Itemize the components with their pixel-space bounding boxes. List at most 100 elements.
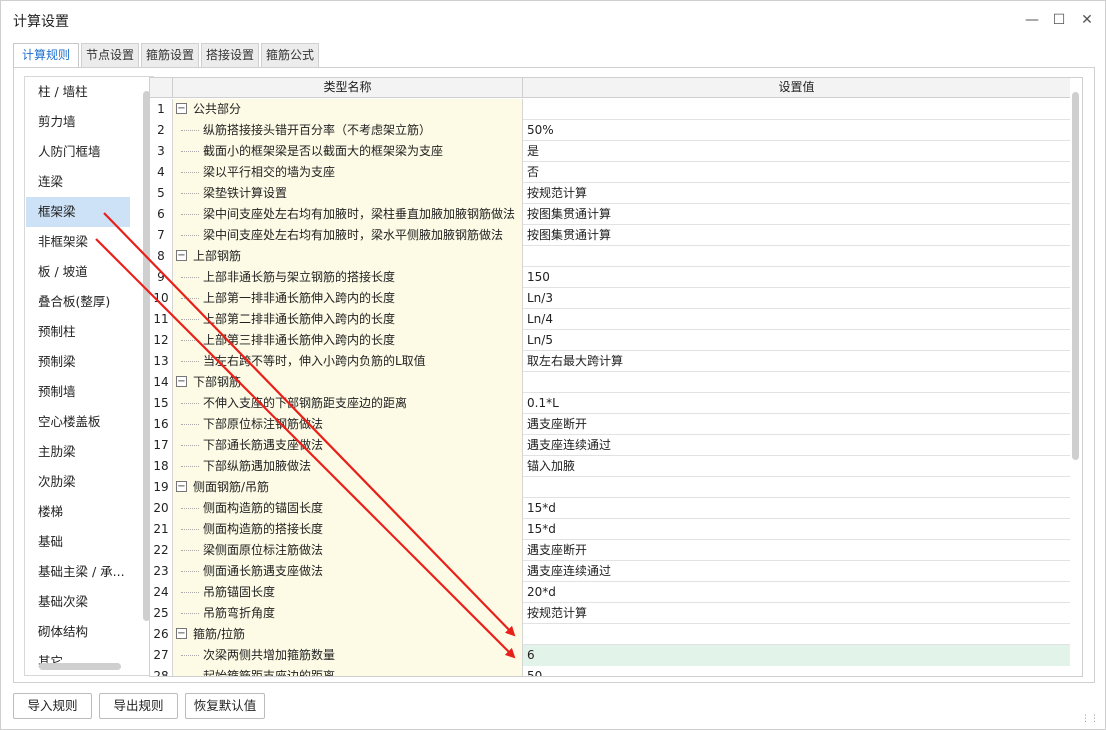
table-row[interactable]: 5 梁垫铁计算设置 按规范计算 bbox=[150, 183, 1070, 204]
collapse-icon[interactable]: − bbox=[176, 103, 187, 114]
collapse-icon[interactable]: − bbox=[176, 481, 187, 492]
group-row[interactable]: 19− 侧面钢筋/吊筋 bbox=[150, 477, 1070, 498]
type-name-cell[interactable]: 次梁两侧共增加箍筋数量 bbox=[173, 645, 523, 666]
minimize-icon[interactable]: — bbox=[1021, 9, 1043, 31]
setting-value-cell[interactable]: 遇支座断开 bbox=[523, 414, 1070, 435]
type-name-cell[interactable]: 上部第三排非通长筋伸入跨内的长度 bbox=[173, 330, 523, 351]
setting-value-cell[interactable]: 按图集贯通计算 bbox=[523, 204, 1070, 225]
table-row[interactable]: 7 梁中间支座处左右均有加腋时，梁水平侧腋加腋钢筋做法 按图集贯通计算 bbox=[150, 225, 1070, 246]
collapse-icon[interactable]: − bbox=[176, 628, 187, 639]
restore-defaults-button[interactable]: 恢复默认值 bbox=[185, 693, 265, 719]
type-name-cell[interactable]: 吊筋弯折角度 bbox=[173, 603, 523, 624]
type-name-cell[interactable]: 下部原位标注钢筋做法 bbox=[173, 414, 523, 435]
type-name-cell[interactable]: 不伸入支座的下部钢筋距支座边的距离 bbox=[173, 393, 523, 414]
component-list-item[interactable]: 柱 / 墙柱 bbox=[26, 77, 130, 107]
setting-value-cell[interactable]: 遇支座断开 bbox=[523, 540, 1070, 561]
table-row[interactable]: 27 次梁两侧共增加箍筋数量 6 bbox=[150, 645, 1070, 666]
group-row[interactable]: 26− 箍筋/拉筋 bbox=[150, 624, 1070, 645]
table-row[interactable]: 2 纵筋搭接接头错开百分率（不考虑架立筋） 50% bbox=[150, 120, 1070, 141]
left-horizontal-scrollbar[interactable] bbox=[39, 663, 121, 670]
type-name-cell[interactable]: 上部非通长筋与架立钢筋的搭接长度 bbox=[173, 267, 523, 288]
header-setting-value[interactable]: 设置值 bbox=[523, 78, 1070, 98]
tab-3[interactable]: 箍筋设置 bbox=[141, 43, 199, 67]
setting-value-cell[interactable]: 否 bbox=[523, 162, 1070, 183]
setting-value-cell[interactable] bbox=[523, 477, 1070, 498]
type-name-cell[interactable]: 纵筋搭接接头错开百分率（不考虑架立筋） bbox=[173, 120, 523, 141]
component-list-item[interactable]: 叠合板(整厚) bbox=[26, 287, 130, 317]
table-row[interactable]: 21 侧面构造筋的搭接长度 15*d bbox=[150, 519, 1070, 540]
table-row[interactable]: 6 梁中间支座处左右均有加腋时，梁柱垂直加腋加腋钢筋做法 按图集贯通计算 bbox=[150, 204, 1070, 225]
setting-value-cell[interactable] bbox=[523, 246, 1070, 267]
setting-value-cell[interactable]: 0.1*L bbox=[523, 393, 1070, 414]
type-name-cell[interactable]: 起始箍筋距支座边的距离 bbox=[173, 666, 523, 676]
table-row[interactable]: 28 起始箍筋距支座边的距离 50 bbox=[150, 666, 1070, 676]
table-row[interactable]: 24 吊筋锚固长度 20*d bbox=[150, 582, 1070, 603]
type-name-cell[interactable]: 侧面构造筋的搭接长度 bbox=[173, 519, 523, 540]
setting-value-cell[interactable]: 20*d bbox=[523, 582, 1070, 603]
tab-2[interactable]: 节点设置 bbox=[81, 43, 139, 67]
setting-value-cell[interactable] bbox=[523, 99, 1070, 120]
table-row[interactable]: 17 下部通长筋遇支座做法 遇支座连续通过 bbox=[150, 435, 1070, 456]
group-row[interactable]: 14− 下部钢筋 bbox=[150, 372, 1070, 393]
setting-value-cell[interactable]: 50 bbox=[523, 666, 1070, 676]
type-name-cell[interactable]: − 侧面钢筋/吊筋 bbox=[173, 477, 523, 498]
setting-value-cell[interactable]: 取左右最大跨计算 bbox=[523, 351, 1070, 372]
table-row[interactable]: 22 梁侧面原位标注筋做法 遇支座断开 bbox=[150, 540, 1070, 561]
setting-value-cell[interactable]: 15*d bbox=[523, 498, 1070, 519]
setting-value-cell[interactable]: 遇支座连续通过 bbox=[523, 561, 1070, 582]
header-type-name[interactable]: 类型名称 bbox=[173, 78, 523, 98]
component-list-item[interactable]: 基础 bbox=[26, 527, 130, 557]
component-list-item[interactable]: 预制柱 bbox=[26, 317, 130, 347]
type-name-cell[interactable]: 截面小的框架梁是否以截面大的框架梁为支座 bbox=[173, 141, 523, 162]
table-row[interactable]: 13 当左右跨不等时，伸入小跨内负筋的L取值 取左右最大跨计算 bbox=[150, 351, 1070, 372]
component-list-item[interactable]: 预制墙 bbox=[26, 377, 130, 407]
setting-value-cell[interactable]: 按规范计算 bbox=[523, 603, 1070, 624]
setting-value-cell[interactable] bbox=[523, 372, 1070, 393]
tab-5[interactable]: 箍筋公式 bbox=[261, 43, 319, 67]
table-row[interactable]: 4 梁以平行相交的墙为支座 否 bbox=[150, 162, 1070, 183]
table-row[interactable]: 11 上部第二排非通长筋伸入跨内的长度 Ln/4 bbox=[150, 309, 1070, 330]
component-list-item[interactable]: 空心楼盖板 bbox=[26, 407, 130, 437]
type-name-cell[interactable]: 侧面通长筋遇支座做法 bbox=[173, 561, 523, 582]
type-name-cell[interactable]: 下部纵筋遇加腋做法 bbox=[173, 456, 523, 477]
component-list-item[interactable]: 其它 bbox=[26, 647, 130, 675]
type-name-cell[interactable]: 梁垫铁计算设置 bbox=[173, 183, 523, 204]
component-list-item[interactable]: 板 / 坡道 bbox=[26, 257, 130, 287]
type-name-cell[interactable]: 侧面构造筋的锚固长度 bbox=[173, 498, 523, 519]
setting-value-cell[interactable]: 6 bbox=[523, 645, 1070, 666]
setting-value-cell[interactable]: Ln/5 bbox=[523, 330, 1070, 351]
component-list-item[interactable]: 人防门框墙 bbox=[26, 137, 130, 167]
import-rules-button[interactable]: 导入规则 bbox=[13, 693, 92, 719]
setting-value-cell[interactable]: 15*d bbox=[523, 519, 1070, 540]
component-list-item[interactable]: 基础主梁 / 承... bbox=[26, 557, 130, 587]
setting-value-cell[interactable]: 150 bbox=[523, 267, 1070, 288]
type-name-cell[interactable]: − 下部钢筋 bbox=[173, 372, 523, 393]
component-list-item[interactable]: 次肋梁 bbox=[26, 467, 130, 497]
component-list-item[interactable]: 连梁 bbox=[26, 167, 130, 197]
group-row[interactable]: 1− 公共部分 bbox=[150, 99, 1070, 120]
type-name-cell[interactable]: 梁以平行相交的墙为支座 bbox=[173, 162, 523, 183]
table-row[interactable]: 18 下部纵筋遇加腋做法 锚入加腋 bbox=[150, 456, 1070, 477]
type-name-cell[interactable]: − 公共部分 bbox=[173, 99, 523, 120]
setting-value-cell[interactable] bbox=[523, 624, 1070, 645]
type-name-cell[interactable]: − 箍筋/拉筋 bbox=[173, 624, 523, 645]
setting-value-cell[interactable]: 锚入加腋 bbox=[523, 456, 1070, 477]
type-name-cell[interactable]: 上部第一排非通长筋伸入跨内的长度 bbox=[173, 288, 523, 309]
table-row[interactable]: 3 截面小的框架梁是否以截面大的框架梁为支座 是 bbox=[150, 141, 1070, 162]
component-list-item[interactable]: 楼梯 bbox=[26, 497, 130, 527]
type-name-cell[interactable]: 梁侧面原位标注筋做法 bbox=[173, 540, 523, 561]
tab-4[interactable]: 搭接设置 bbox=[201, 43, 259, 67]
table-row[interactable]: 9 上部非通长筋与架立钢筋的搭接长度 150 bbox=[150, 267, 1070, 288]
grid-vertical-scrollbar[interactable] bbox=[1072, 92, 1079, 460]
component-list-item[interactable]: 非框架梁 bbox=[26, 227, 130, 257]
setting-value-cell[interactable]: Ln/3 bbox=[523, 288, 1070, 309]
type-name-cell[interactable]: 吊筋锚固长度 bbox=[173, 582, 523, 603]
export-rules-button[interactable]: 导出规则 bbox=[99, 693, 178, 719]
component-list-item[interactable]: 预制梁 bbox=[26, 347, 130, 377]
table-row[interactable]: 25 吊筋弯折角度 按规范计算 bbox=[150, 603, 1070, 624]
maximize-icon[interactable]: ☐ bbox=[1048, 9, 1070, 31]
close-icon[interactable]: ✕ bbox=[1076, 9, 1098, 31]
type-name-cell[interactable]: 当左右跨不等时，伸入小跨内负筋的L取值 bbox=[173, 351, 523, 372]
table-row[interactable]: 23 侧面通长筋遇支座做法 遇支座连续通过 bbox=[150, 561, 1070, 582]
table-row[interactable]: 15 不伸入支座的下部钢筋距支座边的距离 0.1*L bbox=[150, 393, 1070, 414]
